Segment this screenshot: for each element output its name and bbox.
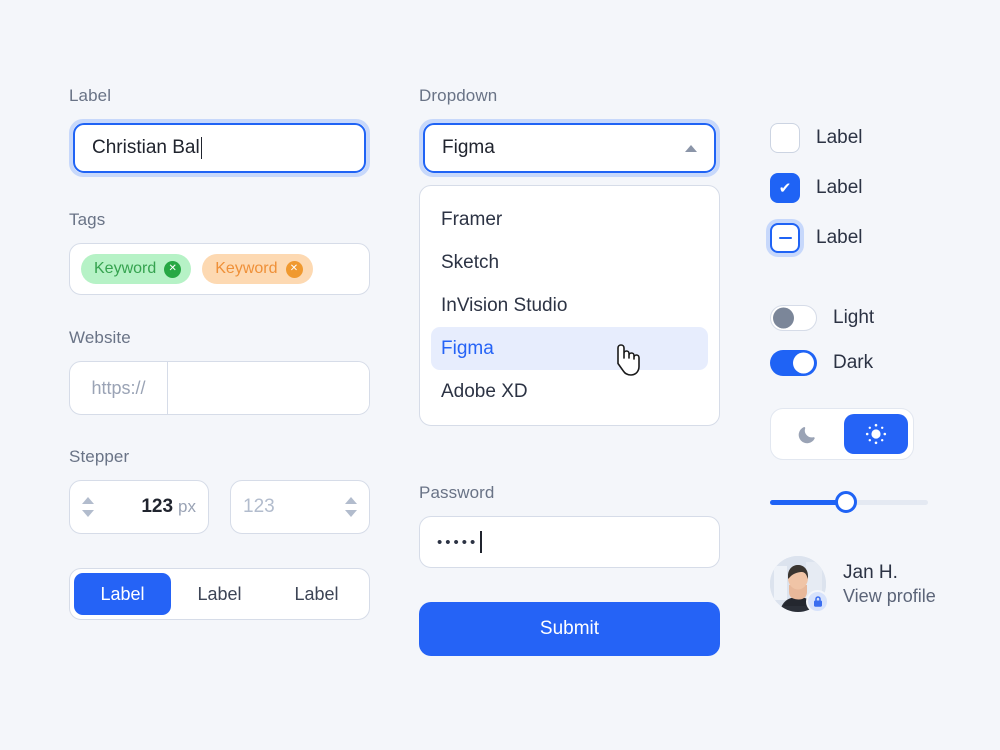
- dropdown-option-invision-studio[interactable]: InVision Studio: [431, 284, 708, 327]
- left-column: Label Christian Bal Tags Keyword ✕ Keywo…: [69, 86, 370, 620]
- dropdown-focus-ring: Figma: [419, 119, 720, 177]
- ui-kit-canvas: Label Christian Bal Tags Keyword ✕ Keywo…: [0, 0, 1000, 750]
- tag-remove-icon[interactable]: ✕: [164, 260, 182, 278]
- website-prefix: https://: [70, 362, 168, 414]
- label-input-value: Christian Bal: [92, 137, 200, 158]
- theme-option-moon[interactable]: [776, 414, 840, 454]
- password-input[interactable]: •••••: [419, 516, 720, 568]
- segment-option-3[interactable]: Label: [268, 573, 365, 615]
- toggle-label-light: Light: [833, 307, 875, 328]
- segment-option-2[interactable]: Label: [171, 573, 268, 615]
- right-column: Label ✔ Label Label Light Dark Jan H. Vi…: [770, 122, 970, 613]
- label-field-focus-ring: Christian Bal: [69, 119, 370, 177]
- tag-keyword-green[interactable]: Keyword ✕: [81, 254, 192, 284]
- dropdown-label: Dropdown: [419, 86, 498, 105]
- password-label: Password: [419, 483, 495, 502]
- stepper-value: 123: [141, 496, 174, 517]
- toggle-knob: [773, 307, 794, 329]
- dropdown-menu: Framer Sketch InVision Studio Figma Adob…: [419, 185, 720, 426]
- middle-column: Dropdown Figma Framer Sketch InVision St…: [419, 86, 720, 656]
- stepper-primary[interactable]: 123 px: [69, 480, 209, 534]
- dash-icon: [778, 236, 792, 240]
- stepper-increment-icon[interactable]: [82, 497, 94, 504]
- checkbox-row-unchecked[interactable]: Label: [770, 122, 970, 154]
- stepper-secondary[interactable]: 123: [230, 480, 370, 534]
- sun-icon: [865, 423, 887, 445]
- checkbox-row-checked[interactable]: ✔ Label: [770, 172, 970, 204]
- website-input-group: https://: [69, 361, 370, 415]
- checkbox-label: Label: [816, 227, 863, 248]
- checkbox-unchecked-icon[interactable]: [770, 123, 800, 153]
- profile-card[interactable]: Jan H. View profile: [770, 556, 970, 613]
- toggle-knob: [793, 352, 814, 374]
- theme-option-sun[interactable]: [844, 414, 908, 454]
- tag-keyword-orange[interactable]: Keyword ✕: [202, 254, 313, 284]
- checkbox-label: Label: [816, 177, 863, 198]
- tags-label: Tags: [69, 210, 106, 229]
- stepper-increment-icon[interactable]: [345, 497, 357, 504]
- stepper-label: Stepper: [69, 447, 130, 466]
- website-label: Website: [69, 328, 131, 347]
- avatar[interactable]: [770, 556, 829, 613]
- check-mark-icon: ✔: [778, 178, 792, 197]
- toggle-dark-switch[interactable]: [770, 350, 817, 376]
- toggle-label-dark: Dark: [833, 352, 874, 373]
- profile-text: Jan H. View profile: [843, 562, 936, 607]
- moon-icon: [798, 427, 815, 444]
- dropdown-option-adobe-xd[interactable]: Adobe XD: [431, 370, 708, 413]
- toggle-row-light[interactable]: Light: [770, 305, 970, 331]
- tag-label: Keyword: [94, 260, 157, 277]
- label-field-label: Label: [69, 86, 112, 105]
- password-masked-value: •••••: [437, 533, 479, 551]
- view-profile-link[interactable]: View profile: [843, 586, 936, 607]
- text-caret: [480, 531, 482, 553]
- toggle-light-switch[interactable]: [770, 305, 817, 331]
- stepper-decrement-icon[interactable]: [345, 510, 357, 517]
- stepper-row: 123 px 123: [69, 480, 370, 534]
- checkbox-checked-icon[interactable]: ✔: [770, 173, 800, 203]
- stepper-decrement-icon[interactable]: [82, 510, 94, 517]
- lock-icon: [813, 596, 822, 607]
- stepper-placeholder: 123: [243, 496, 275, 517]
- stepper-arrows[interactable]: [82, 497, 94, 517]
- slider[interactable]: [770, 490, 928, 514]
- dropdown-option-figma[interactable]: Figma: [431, 327, 708, 370]
- chevron-up-icon[interactable]: [685, 144, 697, 152]
- dropdown-option-framer[interactable]: Framer: [431, 198, 708, 241]
- dropdown-option-sketch[interactable]: Sketch: [431, 241, 708, 284]
- mouse-cursor-hand-icon: [612, 344, 640, 383]
- checkbox-row-indeterminate[interactable]: Label: [770, 222, 970, 254]
- dropdown-trigger[interactable]: Figma: [423, 123, 716, 173]
- submit-button[interactable]: Submit: [419, 602, 720, 656]
- website-input[interactable]: [168, 362, 369, 414]
- segmented-control: Label Label Label: [69, 568, 370, 620]
- checkbox-indeterminate-icon[interactable]: [770, 223, 800, 253]
- tags-container: Keyword ✕ Keyword ✕: [69, 243, 370, 295]
- dropdown-selected-value: Figma: [442, 137, 495, 158]
- tag-label: Keyword: [215, 260, 278, 277]
- stepper-arrows[interactable]: [345, 497, 357, 517]
- stepper-unit: px: [178, 497, 196, 516]
- lock-badge: [806, 590, 829, 613]
- profile-name: Jan H.: [843, 561, 898, 583]
- label-text-input[interactable]: Christian Bal: [73, 123, 366, 173]
- theme-switcher: [770, 408, 914, 460]
- segment-option-1[interactable]: Label: [74, 573, 171, 615]
- toggle-row-dark[interactable]: Dark: [770, 350, 970, 376]
- tag-remove-icon[interactable]: ✕: [285, 260, 303, 278]
- text-caret: [200, 137, 203, 159]
- checkbox-label: Label: [816, 127, 863, 148]
- slider-thumb[interactable]: [834, 491, 857, 513]
